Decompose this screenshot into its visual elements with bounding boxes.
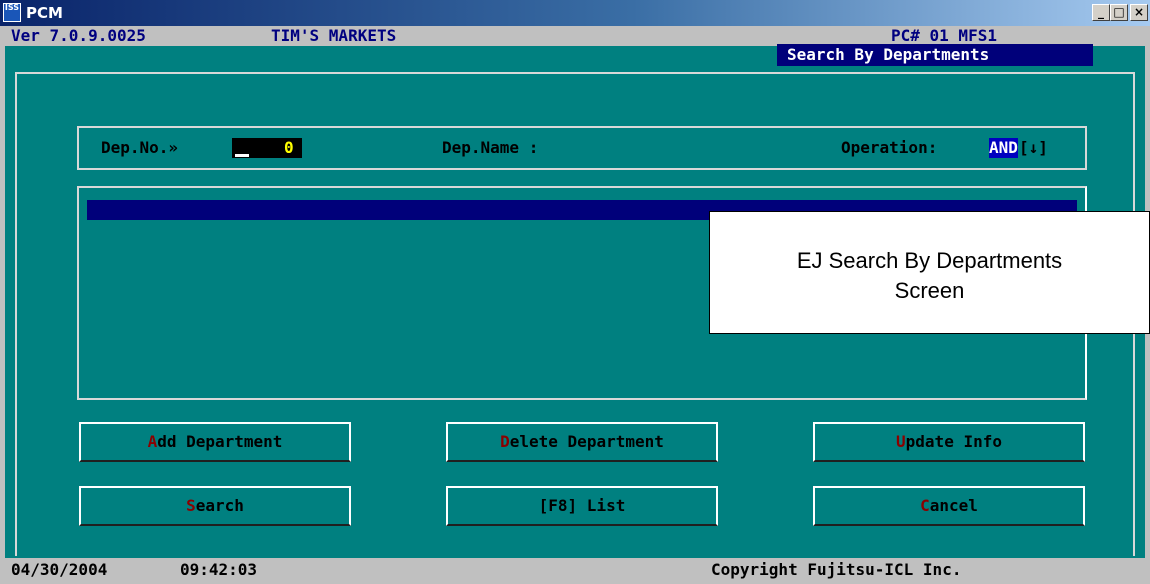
delete-department-button[interactable]: Delete Department bbox=[446, 422, 718, 462]
cancel-hotkey: C bbox=[920, 496, 930, 515]
search-button[interactable]: Search bbox=[79, 486, 351, 526]
screen-title-bar: Search By Departments bbox=[777, 44, 1093, 66]
caption-callout: EJ Search By Departments Screen bbox=[709, 211, 1150, 334]
dep-no-value: 0 bbox=[284, 138, 294, 157]
store-name: TIM'S MARKETS bbox=[271, 26, 397, 45]
status-time: 09:42:03 bbox=[180, 560, 258, 579]
status-bar: 04/30/2004 09:42:03 Copyright Fujitsu-IC… bbox=[5, 558, 1145, 582]
title-bar[interactable]: ISS PCM _ □ × bbox=[0, 0, 1150, 26]
delete-hotkey: D bbox=[500, 432, 510, 451]
operation-value[interactable]: AND bbox=[989, 138, 1018, 158]
status-date: 04/30/2004 bbox=[11, 560, 108, 579]
cancel-button[interactable]: Cancel bbox=[813, 486, 1085, 526]
search-criteria-box: Dep.No.» 0 Dep.Name : Operation: AND [↓] bbox=[77, 126, 1087, 170]
caption-line-1: EJ Search By Departments bbox=[796, 248, 1063, 273]
minimize-button[interactable]: _ bbox=[1092, 4, 1110, 21]
search-hotkey: S bbox=[186, 496, 196, 515]
window-title: PCM bbox=[26, 4, 63, 22]
update-hotkey: U bbox=[896, 432, 906, 451]
dep-no-label: Dep.No.» bbox=[101, 138, 179, 157]
pcm-window: ISS PCM _ □ × Ver 7.0.9.0025 TIM'S MARKE… bbox=[0, 0, 1150, 584]
search-label: earch bbox=[195, 496, 244, 515]
operation-label: Operation: bbox=[841, 138, 938, 157]
update-info-button[interactable]: Update Info bbox=[813, 422, 1085, 462]
f8-list-button[interactable]: [F8] List bbox=[446, 486, 718, 526]
add-hotkey: A bbox=[147, 432, 158, 451]
dep-no-field[interactable]: 0 bbox=[232, 138, 302, 158]
add-label: dd Department bbox=[157, 432, 283, 451]
dep-name-label: Dep.Name : bbox=[442, 138, 539, 157]
pc-id: PC# 01 MFS1 bbox=[891, 26, 997, 45]
operation-dropdown-icon[interactable]: [↓] bbox=[1019, 138, 1048, 158]
copyright-text: Copyright Fujitsu-ICL Inc. bbox=[711, 560, 962, 579]
text-cursor bbox=[235, 154, 249, 157]
version-text: Ver 7.0.9.0025 bbox=[11, 26, 146, 45]
update-label: pdate Info bbox=[905, 432, 1002, 451]
cancel-label: ancel bbox=[929, 496, 978, 515]
caption-line-2: Screen bbox=[894, 278, 965, 303]
close-button[interactable]: × bbox=[1130, 4, 1148, 21]
screen-title: Search By Departments bbox=[787, 45, 990, 64]
header-line: Ver 7.0.9.0025 TIM'S MARKETS PC# 01 MFS1 bbox=[5, 26, 1145, 46]
app-icon: ISS bbox=[3, 3, 21, 22]
add-department-button[interactable]: Add Department bbox=[79, 422, 351, 462]
list-label: [F8] List bbox=[538, 496, 626, 515]
delete-label: elete Department bbox=[509, 432, 664, 451]
maximize-button[interactable]: □ bbox=[1110, 4, 1128, 21]
